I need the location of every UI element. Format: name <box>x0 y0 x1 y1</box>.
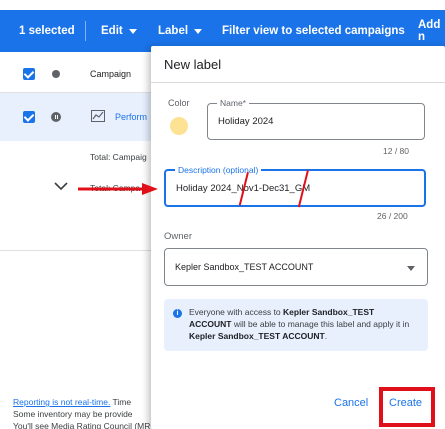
annotation-arrow <box>78 183 158 195</box>
campaign-name-link[interactable]: Perform <box>115 112 147 122</box>
owner-label: Owner <box>164 231 192 242</box>
reporting-note: Reporting is not real-time. Time <box>13 397 131 407</box>
inventory-note: Some inventory may be provide <box>13 409 133 419</box>
info-message: Everyone with access to Kepler Sandbox_T… <box>189 307 410 341</box>
name-field[interactable]: Name* Holiday 2024 <box>207 98 425 140</box>
selected-count: 1 selected <box>19 25 75 37</box>
chevron-down-icon <box>128 28 137 34</box>
dialog-divider <box>151 82 445 83</box>
owner-select[interactable]: Kepler Sandbox_TEST ACCOUNT <box>164 248 428 286</box>
create-button-highlight: Create <box>379 387 435 427</box>
edit-label: Edit <box>101 25 123 37</box>
owner-selected-value: Kepler Sandbox_TEST ACCOUNT <box>175 262 314 272</box>
label-label: Label <box>158 25 189 37</box>
paused-status-icon <box>51 112 61 122</box>
chevron-down-icon <box>194 28 203 34</box>
reporting-note-rest: Time <box>110 397 132 407</box>
select-all-checkbox[interactable] <box>23 68 35 80</box>
description-char-counter: 26 / 200 <box>377 211 408 221</box>
dropdown-arrow-icon <box>407 266 415 271</box>
screen: 1 selected Edit Label Filter view to sel… <box>0 0 445 429</box>
reporting-link[interactable]: Reporting is not real-time. <box>13 397 110 407</box>
column-header-campaign: Campaign <box>90 69 132 79</box>
color-label: Color <box>168 98 190 108</box>
toolbar-divider <box>85 21 86 41</box>
edit-menu-button[interactable]: Edit <box>101 10 137 52</box>
dialog-title: New label <box>164 57 222 72</box>
color-swatch[interactable] <box>170 117 188 135</box>
create-button[interactable]: Create <box>389 397 422 409</box>
new-label-dialog: New label Color Name* Holiday 2024 12 / … <box>151 46 445 429</box>
total-row-label: Total: Campaig <box>90 152 147 162</box>
row-checkbox[interactable] <box>23 111 35 123</box>
name-input[interactable]: Holiday 2024 <box>218 116 273 127</box>
description-field[interactable]: Description (optional) Holiday 2024_Nov1… <box>164 165 426 207</box>
status-header-icon <box>52 70 60 78</box>
cancel-button[interactable]: Cancel <box>334 397 368 409</box>
name-field-label: Name* <box>217 98 249 108</box>
name-char-counter: 12 / 80 <box>383 146 409 156</box>
chevron-down-icon[interactable] <box>54 182 68 191</box>
info-banner: i Everyone with access to Kepler Sandbox… <box>164 299 428 351</box>
info-icon: i <box>173 309 182 318</box>
performance-max-icon <box>91 110 105 122</box>
